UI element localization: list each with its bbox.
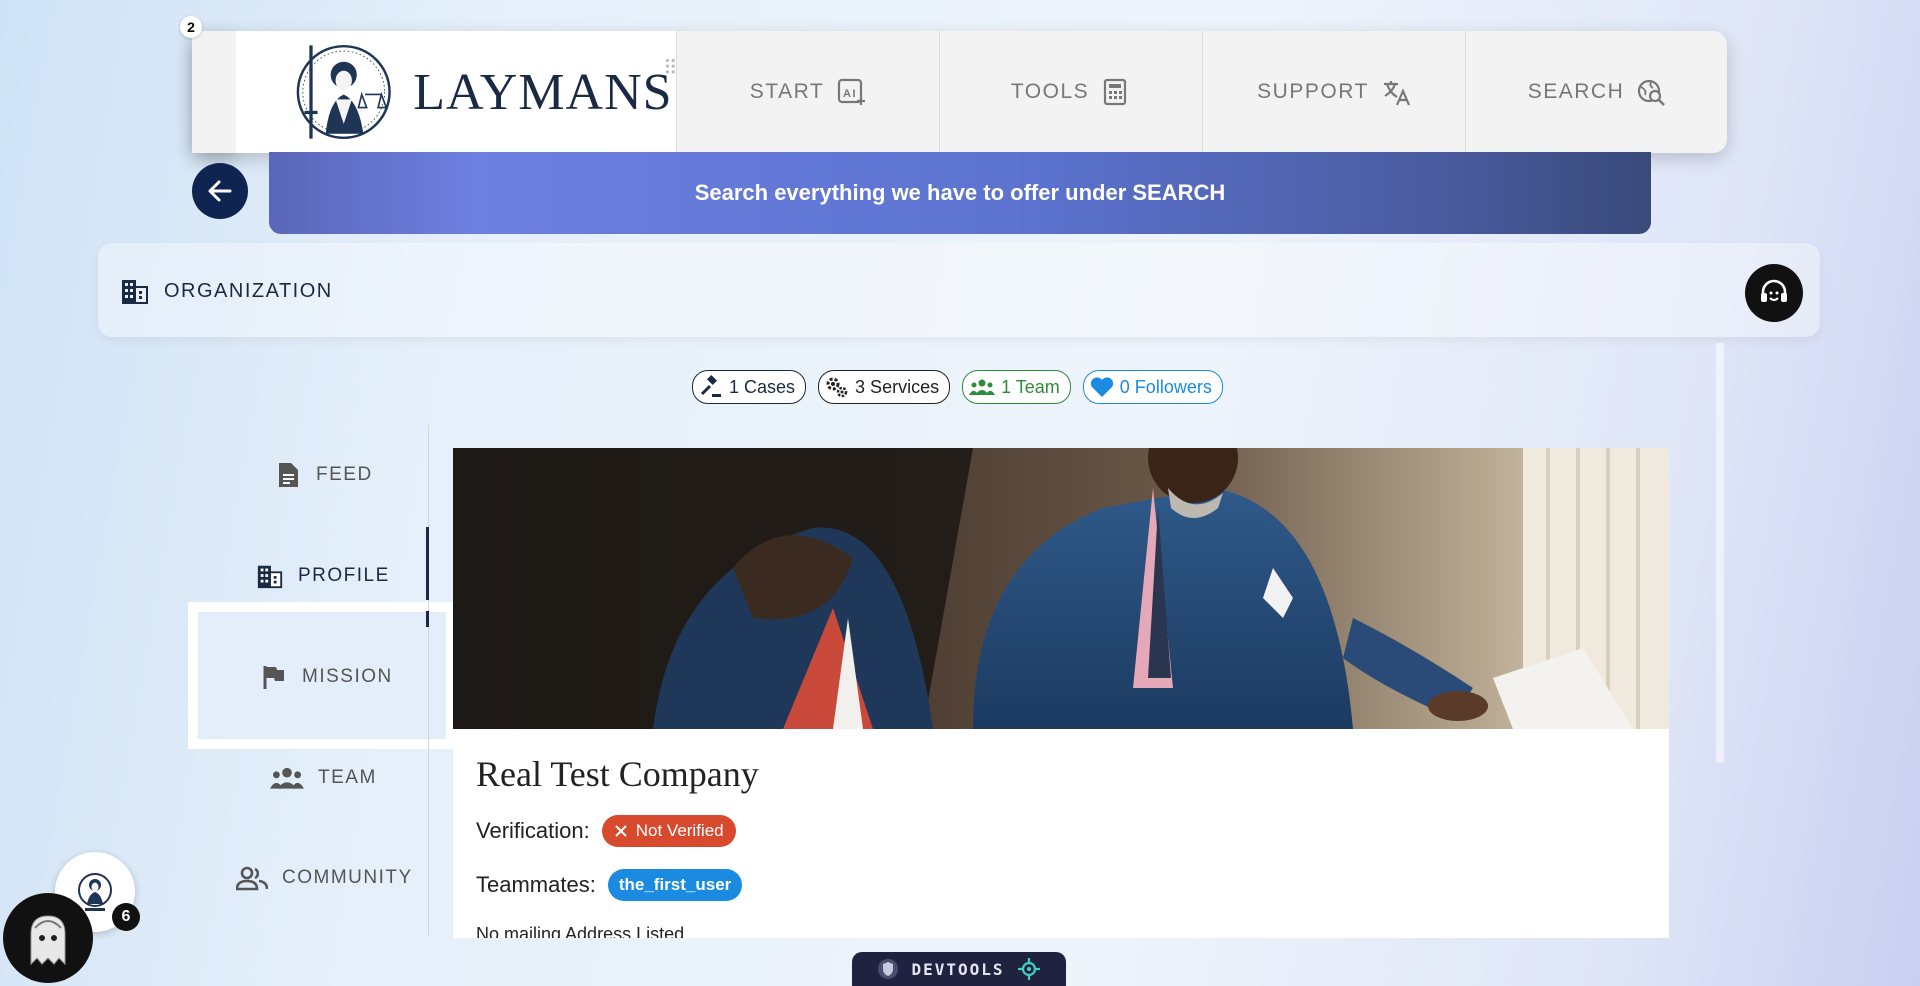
sidebar-item-label: TEAM (318, 767, 377, 788)
sidebar-item-feed[interactable]: FEED (274, 461, 373, 489)
nav-start-label: START (749, 80, 825, 103)
people-icon (236, 866, 268, 891)
nav-tools-label: TOOLS (1010, 80, 1090, 103)
nav-start[interactable]: START AI (676, 31, 939, 153)
shield-logo-icon (878, 959, 899, 979)
devtools-tab[interactable]: DEVTOOLS (852, 952, 1066, 986)
teammates-label: Teammates: (476, 872, 596, 897)
brand-name: LAYMANS (413, 63, 673, 121)
building-icon (122, 280, 148, 304)
document-icon (279, 463, 298, 487)
crosshair-icon (1017, 958, 1040, 980)
profile-card: Real Test Company Verification: Not Veri… (453, 448, 1669, 938)
teammate-chip[interactable]: the_first_user (607, 869, 743, 901)
flag-icon (263, 666, 284, 689)
building-icon (257, 565, 283, 589)
gears-icon (826, 377, 848, 398)
gavel-icon (700, 375, 721, 397)
organization-label: ORGANIZATION (164, 279, 333, 302)
search-hint-banner[interactable]: Search everything we have to offer under… (269, 152, 1651, 234)
brand-logo[interactable]: LAYMANS (236, 31, 676, 153)
sidebar-item-community[interactable]: COMMUNITY (236, 864, 413, 892)
organization-title: ORGANIZATION (120, 276, 333, 306)
nav-menu: START AI TOOLS SUPPORT SEARCH (676, 31, 1728, 153)
drag-handle-icon[interactable] (665, 56, 676, 78)
sidebar-item-label: FEED (316, 464, 373, 485)
sidebar-item-profile[interactable]: PROFILE (256, 562, 390, 590)
svg-text:AI: AI (843, 88, 857, 100)
back-button[interactable] (192, 163, 248, 219)
sidebar-divider (428, 425, 429, 935)
group-icon (969, 379, 996, 395)
sidebar-item-label: COMMUNITY (282, 867, 413, 888)
cases-chip[interactable]: 1 Cases (692, 370, 807, 404)
heart-icon (1090, 377, 1113, 397)
sidebar-item-mission[interactable]: MISSION (260, 663, 393, 691)
mailing-address: No mailing Address Listed (476, 924, 685, 938)
headset-icon (1761, 279, 1787, 302)
nav-tools[interactable]: TOOLS (939, 31, 1202, 153)
close-icon (615, 825, 627, 837)
sidebar-tick (426, 611, 429, 627)
nav-support[interactable]: SUPPORT (1202, 31, 1465, 153)
cases-count: 1 Cases (729, 376, 796, 397)
notification-count-badge: 6 (112, 903, 140, 931)
nav-search-label: SEARCH (1527, 80, 1625, 103)
support-headset-button[interactable] (1745, 264, 1803, 322)
verification-status-text: Not Verified (635, 821, 724, 840)
ai-sparkle-icon: AI (838, 78, 866, 105)
nav-search[interactable]: SEARCH (1465, 31, 1728, 153)
group-icon (270, 767, 304, 789)
followers-count: 0 Followers (1119, 376, 1212, 397)
devtools-label: DEVTOOLS (911, 959, 1005, 979)
ghost-icon (30, 915, 66, 966)
verification-status-badge: Not Verified (601, 815, 736, 847)
organization-header (98, 243, 1820, 337)
followers-chip[interactable]: 0 Followers (1082, 370, 1223, 404)
team-chip[interactable]: 1 Team (962, 370, 1071, 404)
services-count: 3 Services (855, 376, 940, 397)
arrow-left-icon (208, 180, 232, 202)
sidebar-active-indicator (426, 527, 429, 600)
nav-support-label: SUPPORT (1257, 80, 1369, 103)
search-globe-icon (1638, 79, 1666, 106)
teammates-row: Teammates: the_first_user (476, 869, 743, 901)
sidebar-item-team[interactable]: TEAM (270, 764, 377, 792)
calculator-icon (1104, 78, 1127, 106)
company-name: Real Test Company (476, 754, 759, 794)
translate-icon (1383, 81, 1410, 106)
services-chip[interactable]: 3 Services (818, 370, 951, 404)
nav-counter-badge: 2 (180, 16, 202, 38)
verification-row: Verification: Not Verified (476, 815, 736, 847)
card-rail (1716, 343, 1724, 763)
stats-chips: 1 Cases 3 Services 1 Team 0 Followers (692, 370, 1223, 404)
sidebar-item-label: PROFILE (298, 565, 390, 586)
company-cover-photo (453, 448, 1669, 729)
banner-text: Search everything we have to offer under… (694, 180, 1226, 205)
lady-justice-emblem-icon (296, 44, 391, 140)
team-count: 1 Team (1001, 376, 1060, 397)
chat-assistant-button[interactable] (3, 893, 93, 983)
sidebar-item-label: MISSION (302, 666, 393, 687)
verification-label: Verification: (476, 818, 590, 843)
